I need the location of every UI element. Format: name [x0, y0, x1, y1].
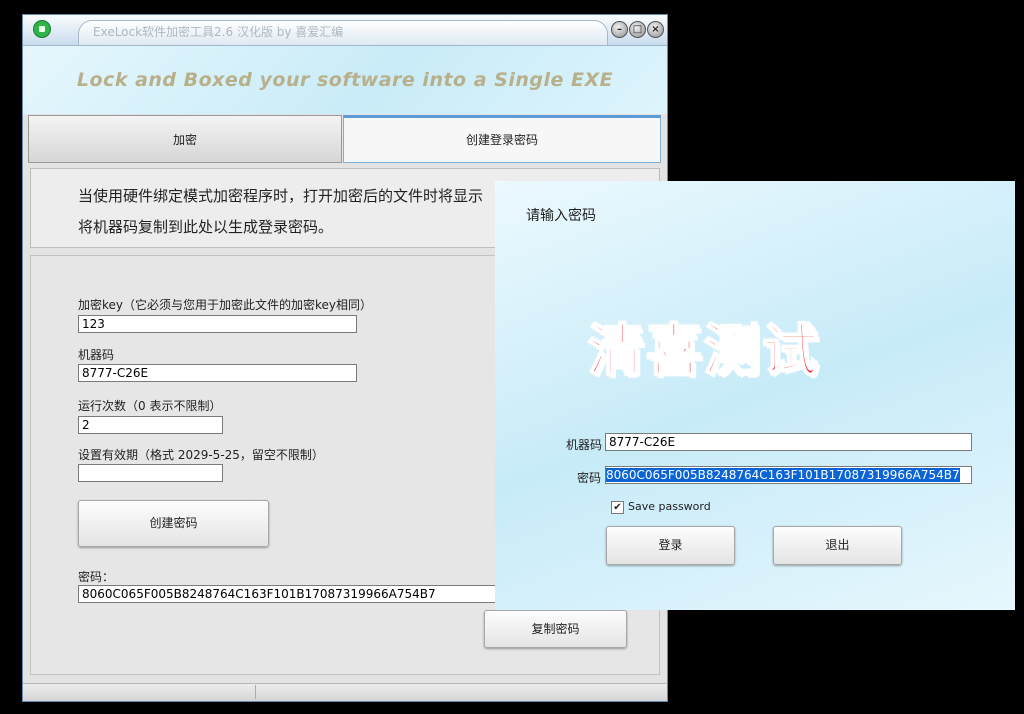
- run-count-input[interactable]: 2: [78, 416, 223, 434]
- window-title: ExeLock软件加密工具2.6 汉化版 by 喜爱汇编: [93, 25, 344, 39]
- watermark-text: 清喜测试: [587, 318, 820, 385]
- machine-code-label: 机器码: [78, 348, 115, 362]
- minimize-icon[interactable]: –: [611, 21, 628, 38]
- login-dialog: 请输入密码 清喜测试 机器码 8777-C26E 密码 8060C065F005…: [495, 181, 1015, 610]
- banner-text: Lock and Boxed your software into a Sing…: [76, 69, 614, 91]
- encryption-key-label: 加密key（它必须与您用于加密此文件的加密key相同）: [78, 298, 373, 312]
- tab-encrypt[interactable]: 加密: [28, 115, 342, 163]
- login-machine-code-label: 机器码: [566, 438, 603, 452]
- description-line-2: 将机器码复制到此处以生成登录密码。: [78, 218, 334, 236]
- selected-password-text: 8060C065F005B8248764C163F101B17087319966…: [606, 468, 960, 482]
- run-count-label: 运行次数（0 表示不限制）: [78, 399, 222, 413]
- password-label: 密码：: [78, 570, 115, 584]
- save-password-checkbox[interactable]: ✔: [611, 501, 624, 514]
- password-output[interactable]: 8060C065F005B8248764C163F101B17087319966…: [78, 585, 518, 603]
- encryption-key-input[interactable]: 123: [78, 315, 357, 333]
- login-password-label: 密码: [577, 471, 602, 485]
- description-line-1: 当使用硬件绑定模式加密程序时，打开加密后的文件时将显示: [78, 187, 484, 205]
- maximize-icon[interactable]: □: [629, 21, 646, 38]
- create-password-button[interactable]: 创建密码: [78, 500, 269, 547]
- status-bar-divider: [255, 685, 256, 699]
- copy-password-button[interactable]: 复制密码: [484, 610, 627, 648]
- app-icon[interactable]: [33, 20, 51, 38]
- login-password-input[interactable]: 8060C065F005B8248764C163F101B17087319966…: [605, 466, 972, 484]
- login-machine-code-input[interactable]: 8777-C26E: [605, 433, 972, 451]
- save-password-label[interactable]: Save password: [628, 500, 711, 513]
- exit-button[interactable]: 退出: [773, 526, 902, 565]
- login-prompt: 请输入密码: [526, 208, 596, 224]
- machine-code-input[interactable]: 8777-C26E: [78, 364, 357, 382]
- login-button[interactable]: 登录: [606, 526, 735, 565]
- status-bar: [23, 683, 667, 701]
- banner: Lock and Boxed your software into a Sing…: [23, 46, 667, 114]
- expiry-date-input[interactable]: [78, 464, 223, 482]
- expiry-date-label: 设置有效期（格式 2029-5-25，留空不限制）: [78, 448, 324, 462]
- close-icon[interactable]: ×: [647, 21, 664, 38]
- tab-create-login-password[interactable]: 创建登录密码: [343, 115, 661, 163]
